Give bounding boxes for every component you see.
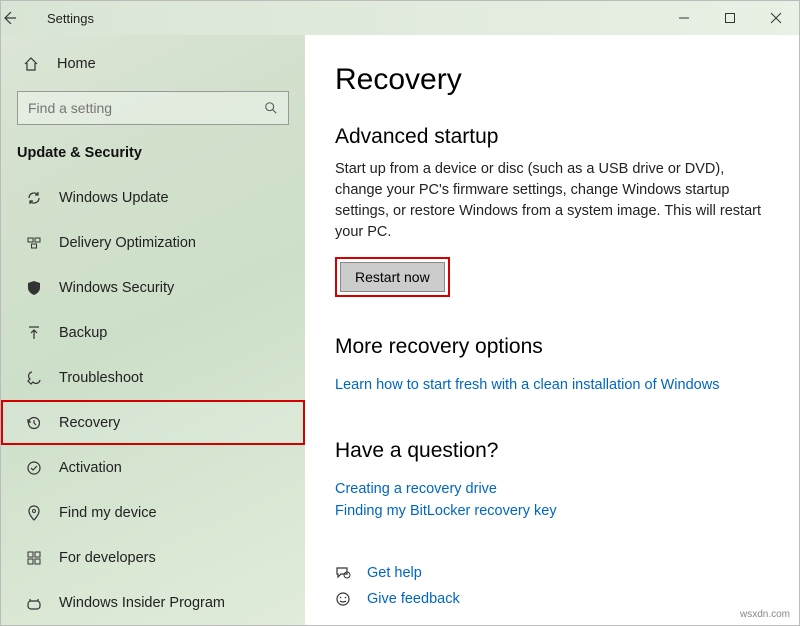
start-fresh-link[interactable]: Learn how to start fresh with a clean in… xyxy=(335,377,769,393)
advanced-startup-title: Advanced startup xyxy=(335,125,769,149)
sidebar-item-find-my-device[interactable]: Find my device xyxy=(1,490,305,535)
sidebar-item-label: Windows Security xyxy=(59,280,174,296)
have-question-title: Have a question? xyxy=(335,439,769,463)
sidebar-item-windows-insider[interactable]: Windows Insider Program xyxy=(1,580,305,625)
minimize-button[interactable] xyxy=(661,1,707,35)
chat-icon xyxy=(335,565,353,581)
sidebar-item-windows-security[interactable]: Windows Security xyxy=(1,265,305,310)
recovery-drive-link[interactable]: Creating a recovery drive xyxy=(335,481,769,497)
sidebar-item-troubleshoot[interactable]: Troubleshoot xyxy=(1,355,305,400)
bitlocker-link[interactable]: Finding my BitLocker recovery key xyxy=(335,503,769,519)
feedback-icon xyxy=(335,591,353,607)
close-button[interactable] xyxy=(753,1,799,35)
sync-icon xyxy=(25,190,43,206)
delivery-icon xyxy=(25,235,43,251)
sidebar-item-label: Windows Update xyxy=(59,190,169,206)
location-icon xyxy=(25,505,43,521)
sidebar-item-delivery-optimization[interactable]: Delivery Optimization xyxy=(1,220,305,265)
sidebar-item-recovery[interactable]: Recovery xyxy=(1,400,305,445)
shield-icon xyxy=(25,280,43,296)
sidebar-item-for-developers[interactable]: For developers xyxy=(1,535,305,580)
sidebar: Home Update & Security Windows Update xyxy=(1,35,305,625)
advanced-startup-desc: Start up from a device or disc (such as … xyxy=(335,159,769,243)
sidebar-item-label: Recovery xyxy=(59,415,120,431)
titlebar: Settings xyxy=(1,1,799,35)
watermark: wsxdn.com xyxy=(740,609,790,620)
sidebar-item-windows-update[interactable]: Windows Update xyxy=(1,175,305,220)
get-help-link[interactable]: Get help xyxy=(367,565,422,581)
home-icon xyxy=(23,56,41,72)
sidebar-item-label: Delivery Optimization xyxy=(59,235,196,251)
activation-icon xyxy=(25,460,43,476)
sidebar-item-label: Backup xyxy=(59,325,107,341)
search-icon xyxy=(264,101,278,115)
get-help-row[interactable]: Get help xyxy=(335,565,769,581)
sidebar-category: Update & Security xyxy=(1,139,305,175)
restart-highlight: Restart now xyxy=(335,257,450,297)
page-title: Recovery xyxy=(335,63,769,97)
maximize-button[interactable] xyxy=(707,1,753,35)
home-label: Home xyxy=(57,56,96,72)
recovery-icon xyxy=(25,415,43,431)
sidebar-item-label: Find my device xyxy=(59,505,157,521)
developers-icon xyxy=(25,550,43,566)
sidebar-home[interactable]: Home xyxy=(1,43,305,85)
sidebar-item-backup[interactable]: Backup xyxy=(1,310,305,355)
sidebar-item-activation[interactable]: Activation xyxy=(1,445,305,490)
sidebar-item-label: For developers xyxy=(59,550,156,566)
content-area: Recovery Advanced startup Start up from … xyxy=(305,35,799,625)
more-recovery-title: More recovery options xyxy=(335,335,769,359)
window-title: Settings xyxy=(47,11,94,26)
search-input[interactable] xyxy=(28,100,264,116)
backup-icon xyxy=(25,325,43,341)
insider-icon xyxy=(25,595,43,611)
troubleshoot-icon xyxy=(25,370,43,386)
sidebar-item-label: Troubleshoot xyxy=(59,370,143,386)
back-button[interactable] xyxy=(1,10,47,26)
give-feedback-link[interactable]: Give feedback xyxy=(367,591,460,607)
sidebar-item-label: Windows Insider Program xyxy=(59,595,225,611)
search-box[interactable] xyxy=(17,91,289,125)
sidebar-item-label: Activation xyxy=(59,460,122,476)
give-feedback-row[interactable]: Give feedback xyxy=(335,591,769,607)
restart-now-button[interactable]: Restart now xyxy=(340,262,445,292)
